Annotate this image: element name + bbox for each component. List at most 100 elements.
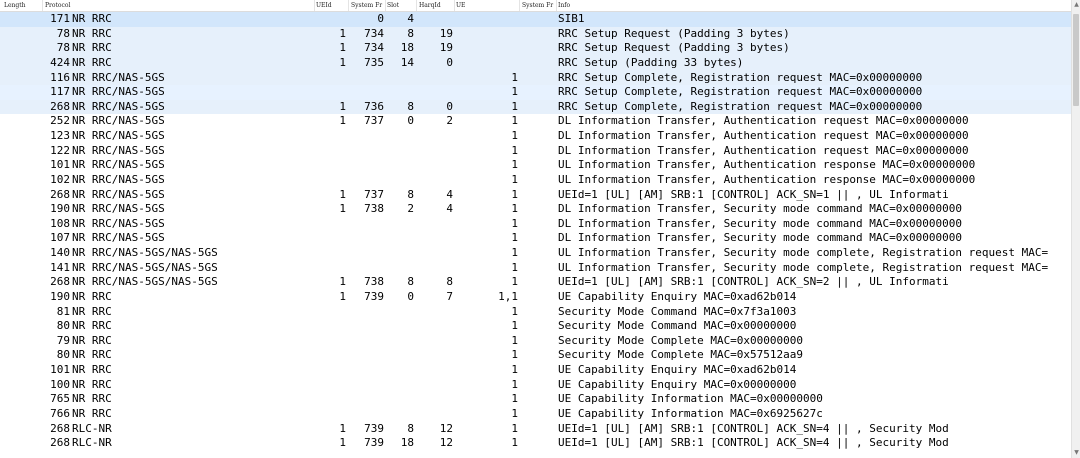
column-header-system-frame[interactable]: System Fr bbox=[351, 2, 382, 9]
cell-system-frame: 737 bbox=[364, 187, 384, 201]
scroll-up-arrow-icon[interactable]: ▲ bbox=[1072, 0, 1080, 10]
packet-row[interactable]: 78 NR RRC 1 734 8 19 RRC Setup Request (Paddin… bbox=[0, 26, 1071, 42]
cell-info: RRC Setup Complete, Registration request… bbox=[558, 70, 923, 84]
cell-protocol: NR RRC/NAS-5GS bbox=[72, 158, 165, 172]
cell-harq-id: 8 bbox=[446, 275, 453, 289]
cell-info: DL Information Transfer, Authentication … bbox=[558, 143, 969, 157]
packet-list[interactable]: Length Protocol UEId System Fr Slot Harq… bbox=[0, 0, 1071, 458]
column-header-ueid[interactable]: UEId bbox=[316, 2, 332, 9]
cell-harq-id: 0 bbox=[446, 55, 453, 69]
cell-ueid: 1 bbox=[339, 187, 346, 201]
column-header-length[interactable]: Length bbox=[4, 2, 26, 9]
cell-info: UE Capability Enquiry MAC=0x00000000 bbox=[558, 377, 797, 391]
column-divider[interactable] bbox=[454, 0, 455, 11]
packet-row[interactable]: 190 NR RRC/NAS-5GS 1 738 2 4 1 DL Information T… bbox=[0, 202, 1071, 217]
cell-system-fn: 1 bbox=[511, 406, 518, 420]
column-divider[interactable] bbox=[416, 0, 417, 11]
cell-protocol: NR RRC/NAS-5GS/NAS-5GS bbox=[72, 260, 218, 274]
cell-length: 80 bbox=[56, 319, 70, 333]
cell-slot: 18 bbox=[400, 41, 414, 55]
cell-protocol: NR RRC bbox=[72, 363, 112, 376]
packet-row[interactable]: 79 NR RRC 1 Security Mode Complete MAC=0x00… bbox=[0, 334, 1071, 349]
cell-protocol: NR RRC/NAS-5GS/NAS-5GS bbox=[72, 246, 218, 259]
column-divider[interactable] bbox=[519, 0, 520, 11]
packet-row[interactable]: 117 NR RRC/NAS-5GS 1 RRC Setup Complete, Re… bbox=[0, 85, 1071, 100]
column-divider[interactable] bbox=[348, 0, 349, 11]
cell-harq-id: 4 bbox=[446, 187, 453, 201]
column-header-slot[interactable]: Slot bbox=[387, 2, 399, 9]
packet-row[interactable]: 268 NR RRC/NAS-5GS/NAS-5GS 1 738 8 8 1 UEId=1 [… bbox=[0, 275, 1071, 290]
packet-row[interactable]: 81 NR RRC 1 Security Mode Command MAC=0x7f3… bbox=[0, 305, 1071, 320]
packet-row[interactable]: 140 NR RRC/NAS-5GS/NAS-5GS 1 UL Information… bbox=[0, 246, 1071, 261]
packet-row[interactable]: 108 NR RRC/NAS-5GS 1 DL Information Transfe… bbox=[0, 217, 1071, 232]
column-divider[interactable] bbox=[314, 0, 315, 11]
column-header-protocol[interactable]: Protocol bbox=[45, 2, 70, 9]
cell-protocol: NR RRC/NAS-5GS bbox=[72, 85, 165, 99]
packet-row[interactable]: 100 NR RRC 1 UE Capability Enquiry MAC=0x00… bbox=[0, 378, 1071, 393]
packet-row[interactable]: 252 NR RRC/NAS-5GS 1 737 0 2 1 DL Information T… bbox=[0, 114, 1071, 129]
cell-protocol: NR RRC bbox=[72, 12, 112, 25]
cell-protocol: NR RRC/NAS-5GS bbox=[72, 202, 165, 216]
cell-system-fn: 1 bbox=[511, 436, 518, 450]
cell-system-fn: 1 bbox=[511, 275, 518, 289]
packet-row[interactable]: 141 NR RRC/NAS-5GS/NAS-5GS 1 UL Information… bbox=[0, 261, 1071, 276]
cell-protocol: NR RRC bbox=[72, 304, 112, 318]
column-header-info[interactable]: Info bbox=[558, 2, 570, 9]
column-header-system-fn[interactable]: System Fr bbox=[522, 2, 553, 9]
cell-length: 252 bbox=[50, 114, 70, 128]
cell-slot: 8 bbox=[407, 187, 414, 201]
packet-row[interactable]: 80 NR RRC 1 Security Mode Command MAC=0x000… bbox=[0, 319, 1071, 334]
column-header-harq-id[interactable]: HarqId bbox=[419, 2, 441, 9]
cell-ueid: 1 bbox=[339, 41, 346, 55]
packet-row[interactable]: 78 NR RRC 1 734 18 19 RRC Setup Request (Paddi… bbox=[0, 41, 1071, 56]
cell-protocol: NR RRC/NAS-5GS bbox=[72, 172, 165, 186]
cell-info: Security Mode Complete MAC=0x00000000 bbox=[558, 333, 804, 347]
column-header-ue[interactable]: UE bbox=[456, 2, 465, 9]
cell-length: 80 bbox=[56, 348, 70, 362]
packet-row[interactable]: 101 NR RRC/NAS-5GS 1 UL Information Transfe… bbox=[0, 158, 1071, 173]
cell-info: DL Information Transfer, Security mode c… bbox=[558, 202, 962, 216]
cell-protocol: NR RRC/NAS-5GS bbox=[72, 231, 165, 245]
cell-length: 268 bbox=[50, 187, 70, 201]
packet-row[interactable]: 268 RLC-NR 1 739 8 12 1 UEId=1 [UL] [AM] SRB:1 … bbox=[0, 422, 1071, 437]
cell-info: RRC Setup (Padding 33 bytes) bbox=[558, 55, 744, 69]
cell-length: 78 bbox=[56, 26, 70, 40]
cell-length: 765 bbox=[50, 392, 70, 406]
packet-row[interactable]: 268 NR RRC/NAS-5GS 1 737 8 4 1 UEId=1 [UL] [AM]… bbox=[0, 188, 1071, 203]
scroll-down-arrow-icon[interactable]: ▼ bbox=[1072, 448, 1080, 458]
vertical-scrollbar[interactable]: ▲ ▼ bbox=[1071, 0, 1080, 458]
packet-row[interactable]: 171 NR RRC 0 4 SIB1 bbox=[0, 12, 1071, 27]
cell-info: Security Mode Command MAC=0x7f3a1003 bbox=[558, 304, 797, 318]
packet-row[interactable]: 268 RLC-NR 1 739 18 12 1 UEId=1 [UL] [AM] SRB:1… bbox=[0, 436, 1071, 451]
packet-row[interactable]: 122 NR RRC/NAS-5GS 1 DL Information Transfe… bbox=[0, 144, 1071, 159]
cell-system-frame: 734 bbox=[364, 41, 384, 55]
packet-row[interactable]: 268 NR RRC/NAS-5GS 1 736 8 0 1 RRC Setup Comple… bbox=[0, 99, 1071, 115]
cell-system-fn: 1 bbox=[511, 333, 518, 347]
cell-system-frame: 736 bbox=[364, 99, 384, 113]
cell-length: 140 bbox=[50, 246, 70, 259]
packet-row[interactable]: 80 NR RRC 1 Security Mode Complete MAC=0x57… bbox=[0, 348, 1071, 363]
cell-info: UE Capability Information MAC=0x6925627c bbox=[558, 406, 823, 420]
cell-system-fn: 1 bbox=[511, 216, 518, 230]
packet-row[interactable]: 765 NR RRC 1 UE Capability Information MAC=… bbox=[0, 392, 1071, 407]
cell-system-fn: 1 bbox=[511, 377, 518, 391]
packet-row[interactable]: 424 NR RRC 1 735 14 0 RRC Setup (Padding 33 by… bbox=[0, 55, 1071, 71]
packet-row[interactable]: 190 NR RRC 1 739 0 7 1,1 UE Capability Enquiry … bbox=[0, 290, 1071, 305]
cell-system-fn: 1 bbox=[511, 129, 518, 142]
cell-protocol: NR RRC/NAS-5GS bbox=[72, 129, 165, 142]
packet-row[interactable]: 123 NR RRC/NAS-5GS 1 DL Information Transfe… bbox=[0, 129, 1071, 144]
column-divider[interactable] bbox=[385, 0, 386, 11]
column-divider[interactable] bbox=[556, 0, 557, 11]
cell-info: RRC Setup Request (Padding 3 bytes) bbox=[558, 41, 790, 55]
packet-row[interactable]: 107 NR RRC/NAS-5GS 1 DL Information Transfe… bbox=[0, 231, 1071, 246]
cell-harq-id: 19 bbox=[439, 26, 453, 40]
scroll-thumb[interactable] bbox=[1073, 14, 1079, 106]
cell-info: DL Information Transfer, Security mode c… bbox=[558, 216, 962, 230]
cell-slot: 8 bbox=[407, 26, 414, 40]
packet-row[interactable]: 101 NR RRC 1 UE Capability Enquiry MAC=0xad… bbox=[0, 363, 1071, 378]
cell-length: 122 bbox=[50, 143, 70, 157]
packet-row[interactable]: 116 NR RRC/NAS-5GS 1 RRC Setup Complete, Re… bbox=[0, 70, 1071, 86]
packet-row[interactable]: 766 NR RRC 1 UE Capability Information MAC=… bbox=[0, 407, 1071, 422]
column-divider[interactable] bbox=[42, 0, 43, 11]
packet-row[interactable]: 102 NR RRC/NAS-5GS 1 UL Information Transfe… bbox=[0, 173, 1071, 188]
